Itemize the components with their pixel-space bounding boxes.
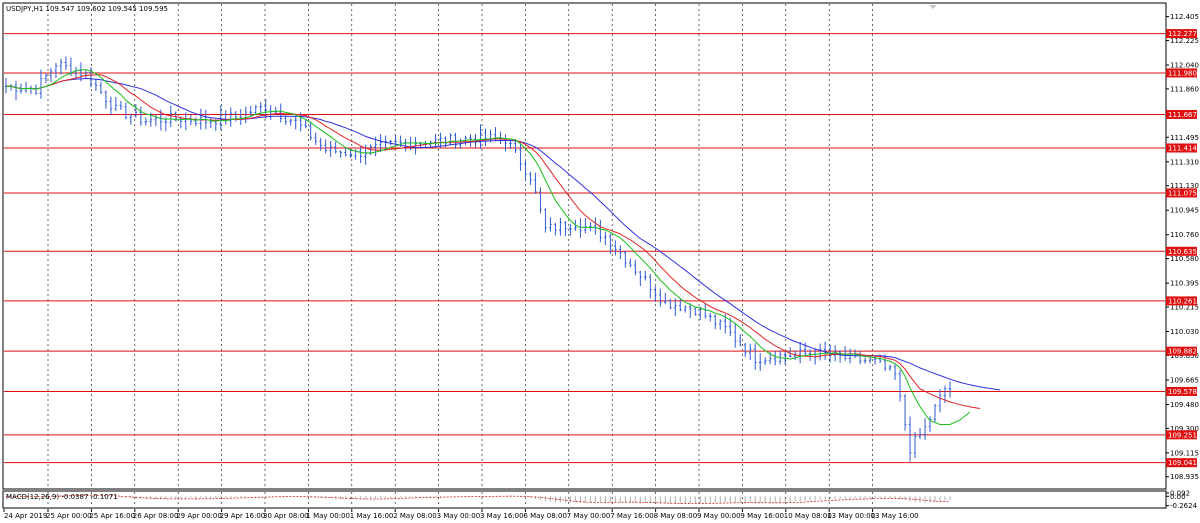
time-tick-label: 7 May 00:00 [567,512,611,520]
chart-background [0,0,1200,523]
price-tick-label: 109.115 [1170,449,1199,457]
level-price-label: 112.277 [1168,30,1197,38]
time-tick-label: 24 Apr 2019 [4,512,47,520]
price-tick-label: 112.405 [1170,13,1199,21]
price-tick-label: 111.860 [1170,85,1199,93]
time-tick-label: 30 Apr 08:00 [263,512,309,520]
time-tick-label: 1 May 16:00 [350,512,394,520]
price-tick-label: 110.580 [1170,255,1199,263]
price-tick-label: 111.495 [1170,134,1199,142]
time-tick-label: 6 May 08:00 [523,512,567,520]
level-price-label: 111.667 [1168,111,1197,119]
time-tick-label: 26 Apr 08:00 [133,512,179,520]
macd-tick-label: -0.2624 [1170,502,1198,510]
time-tick-label: 8 May 08:00 [654,512,698,520]
time-tick-label: 3 May 00:00 [437,512,481,520]
price-tick-label: 111.310 [1170,158,1199,166]
time-tick-label: 13 May 16:00 [871,512,919,520]
price-tick-label: 112.225 [1170,37,1199,45]
level-price-label: 111.980 [1168,69,1197,77]
price-tick-label: 110.760 [1170,231,1199,239]
time-tick-label: 9 May 16:00 [740,512,784,520]
symbol-info: USDJPY,H1 109.547 109.602 109.545 109.59… [6,5,168,13]
level-price-label: 109.041 [1168,459,1197,467]
time-tick-label: 29 Apr 00:00 [176,512,222,520]
level-price-label: 109.251 [1168,431,1197,439]
price-axis: 112.405 112.225 112.040 111.860 111.495 111.3… [1166,13,1199,510]
level-price-label: 110.261 [1168,297,1197,305]
macd-tick-label: 0.00 [1170,493,1186,501]
level-price-label: 110.635 [1168,248,1197,256]
price-tick-label: 108.935 [1170,473,1199,481]
price-tick-label: 110.945 [1170,207,1199,215]
price-tick-label: 109.480 [1170,401,1199,409]
time-tick-label: 25 Apr 00:00 [46,512,92,520]
price-tick-label: 110.395 [1170,280,1199,288]
time-tick-label: 25 Apr 16:00 [89,512,135,520]
price-tick-label: 109.665 [1170,376,1199,384]
level-price-label: 109.882 [1168,348,1197,356]
usdjpy-chart[interactable]: 112.405 112.225 112.040 111.860 111.495 111.3… [0,0,1200,523]
level-price-label: 109.578 [1168,388,1197,396]
macd-label: MACD(12,26,9) -0.0387 -0.1071 [6,493,118,501]
time-tick-label: 29 Apr 16:00 [220,512,266,520]
level-price-label: 111.075 [1168,189,1197,197]
time-tick-label: 7 May 16:00 [610,512,654,520]
level-price-label: 111.414 [1168,145,1197,153]
time-tick-label: 13 May 00:00 [827,512,875,520]
time-tick-label: 9 May 00:00 [697,512,741,520]
time-tick-label: 2 May 08:00 [393,512,437,520]
time-tick-label: 1 May 00:00 [306,512,350,520]
price-tick-label: 112.040 [1170,61,1199,69]
time-tick-label: 10 May 08:00 [784,512,832,520]
price-tick-label: 110.030 [1170,328,1199,336]
time-tick-label: 3 May 16:00 [480,512,524,520]
